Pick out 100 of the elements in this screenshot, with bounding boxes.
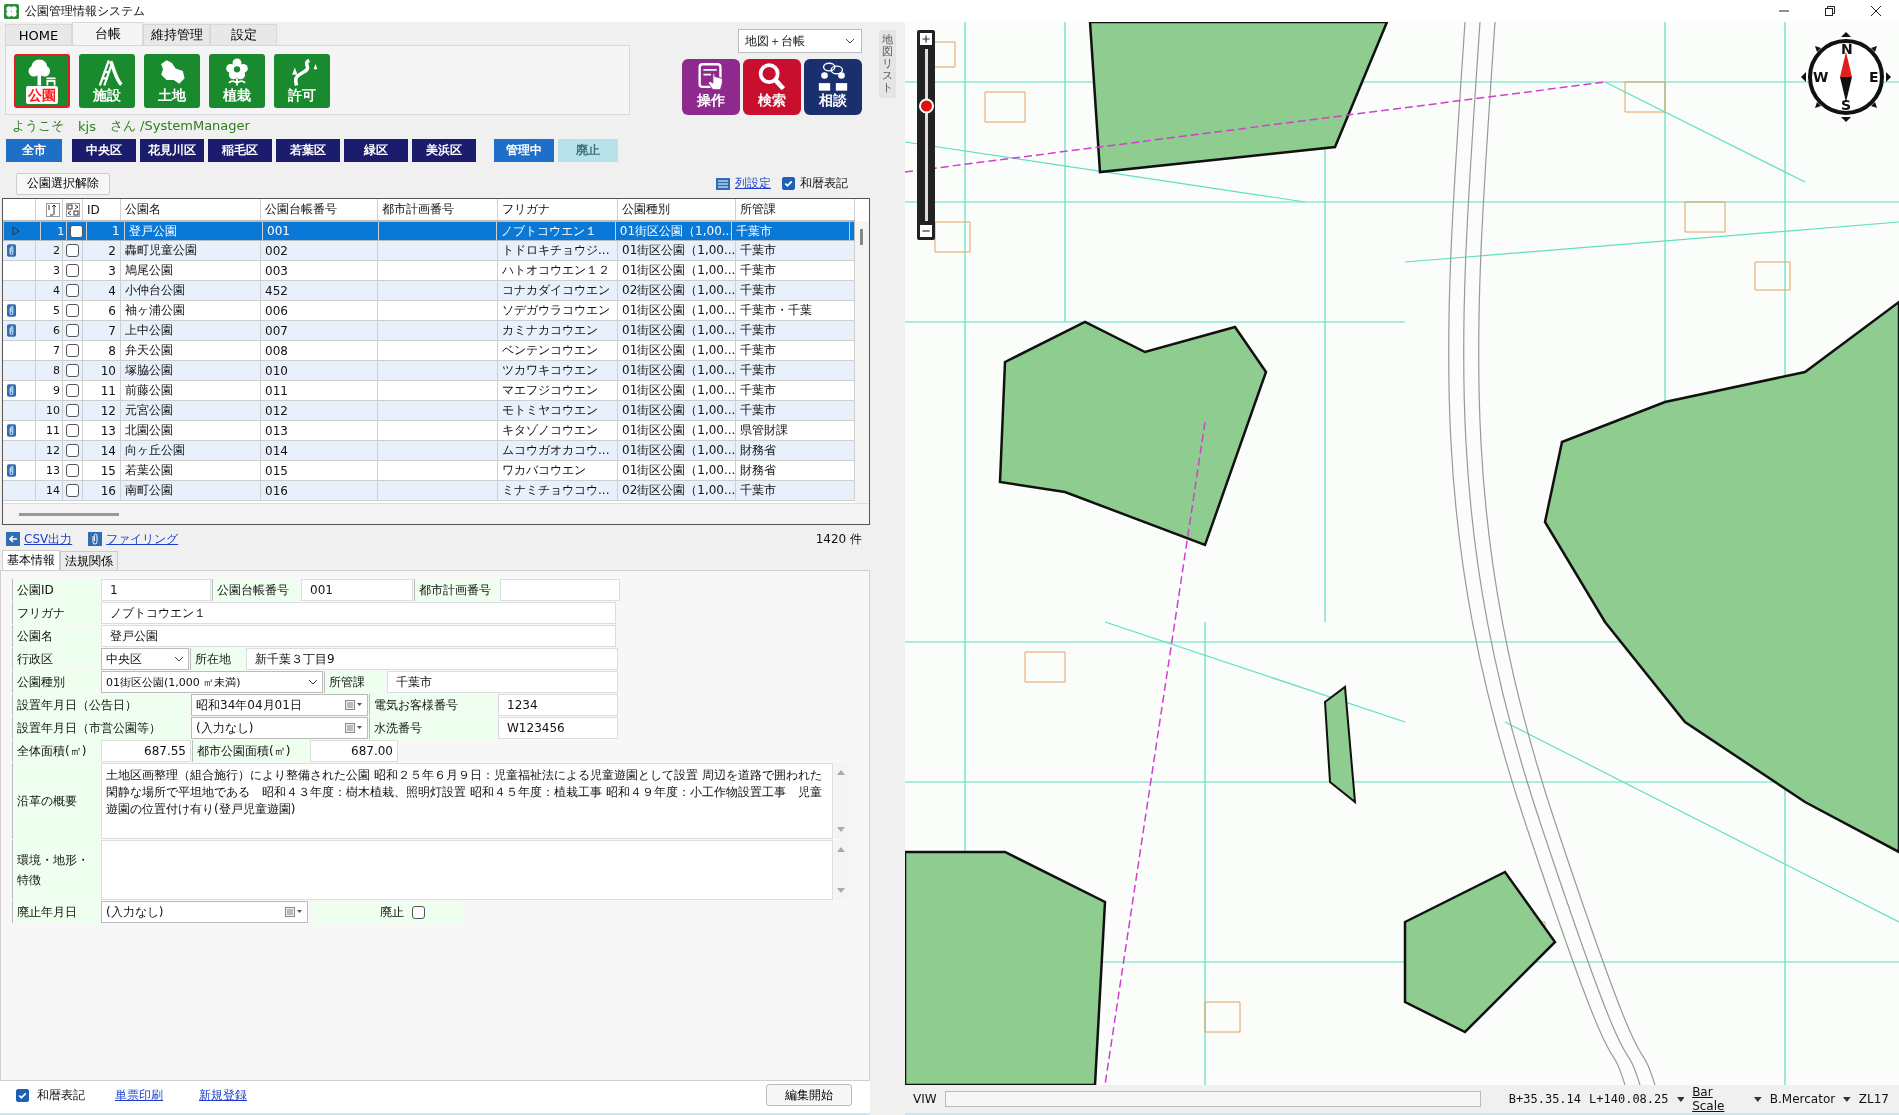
status-filter-button[interactable]: 廃止 <box>558 139 618 162</box>
ribbon-tab[interactable]: 設定 <box>210 24 277 45</box>
text-field[interactable]: 687.55 <box>101 740 191 762</box>
text-field[interactable]: 新千葉３丁目9 <box>246 648 618 670</box>
select-all-icon[interactable] <box>65 202 80 217</box>
district-button[interactable]: 稲毛区 <box>208 139 272 162</box>
row-checkbox[interactable] <box>66 344 79 357</box>
csv-export-link[interactable]: CSV出力 <box>24 530 73 548</box>
row-checkbox[interactable] <box>66 464 79 477</box>
text-field[interactable]: ノブトコウエン１ <box>101 602 616 624</box>
ribbon-button[interactable]: 土地 <box>144 54 200 108</box>
action-button[interactable]: 相談 <box>804 59 862 115</box>
table-row[interactable]: 2 2 轟町児童公園 002 トドロキチョウジ... 01街区公園（1,00... 千葉市 <box>3 241 855 261</box>
row-checkbox[interactable] <box>70 224 84 238</box>
ribbon-button[interactable]: 植栽 <box>209 54 265 108</box>
district-button[interactable]: 花見川区 <box>140 139 204 162</box>
checkbox[interactable] <box>782 177 795 190</box>
ribbon-tab[interactable]: HOME <box>5 24 72 45</box>
checkbox[interactable] <box>412 905 425 919</box>
table-row[interactable]: 8 10 塚脇公園 010 ツカワキコウエン 01街区公園（1,00... 千葉市 <box>3 361 855 381</box>
row-checkbox[interactable] <box>66 404 79 417</box>
row-checkbox[interactable] <box>66 304 79 317</box>
zoom-slider[interactable] <box>917 30 935 240</box>
compass-icon[interactable] <box>1801 32 1891 122</box>
text-field[interactable] <box>500 579 620 601</box>
district-button[interactable]: 美浜区 <box>412 139 476 162</box>
row-checkbox[interactable] <box>66 264 79 277</box>
row-checkbox[interactable] <box>66 324 79 337</box>
scale-link[interactable]: Bar Scale <box>1692 1085 1747 1113</box>
ribbon-tab[interactable]: 維持管理 <box>143 24 210 45</box>
caret-icon[interactable] <box>1843 1096 1851 1102</box>
text-field[interactable]: 1 <box>101 579 211 601</box>
ribbon-button[interactable]: 公園 <box>14 54 70 108</box>
district-button[interactable]: 緑区 <box>344 139 408 162</box>
table-row[interactable]: 5 6 袖ヶ浦公園 006 ソデガウラコウエン 01街区公園（1,00... 千葉市・千葉 <box>3 301 855 321</box>
paperclip-icon[interactable] <box>7 244 16 257</box>
text-field[interactable]: 登戸公園 <box>101 625 616 647</box>
column-header[interactable]: 所管課 <box>736 199 855 220</box>
column-header[interactable]: 公園名 <box>121 199 261 220</box>
row-checkbox[interactable] <box>66 364 79 377</box>
column-header[interactable]: フリガナ <box>498 199 618 220</box>
map-list-tab[interactable]: 地図リスト <box>879 30 896 99</box>
column-header[interactable]: 公園台帳番号 <box>261 199 378 220</box>
table-row[interactable]: 9 11 前藤公園 011 マエフジコウエン 01街区公園（1,00... 千葉市 <box>3 381 855 401</box>
scrollbar[interactable] <box>855 221 869 503</box>
row-checkbox[interactable] <box>66 284 79 297</box>
slider-thumb[interactable] <box>918 98 934 114</box>
table-row[interactable]: 7 8 弁天公園 008 ベンテンコウエン 01街区公園（1,00... 千葉市 <box>3 341 855 361</box>
table-row[interactable]: 13 15 若葉公園 015 ワカバコウエン 01街区公園（1,00... 財務省 <box>3 461 855 481</box>
ribbon-tab[interactable]: 台帳 <box>72 22 143 45</box>
row-checkbox[interactable] <box>66 244 79 257</box>
district-button[interactable]: 全市 <box>6 139 62 162</box>
row-checkbox[interactable] <box>66 384 79 397</box>
row-checkbox[interactable] <box>66 424 79 437</box>
scrollbar[interactable] <box>3 503 869 524</box>
park-type-select[interactable]: 01街区公園(1,000 ㎡未満) <box>101 671 323 693</box>
paperclip-icon[interactable] <box>7 464 16 477</box>
table-row[interactable]: 10 12 元宮公園 012 モトミヤコウエン 01街区公園（1,00... 千葉市 <box>3 401 855 421</box>
column-settings-link[interactable]: 列設定 <box>735 175 771 192</box>
date-picker[interactable]: (入力なし) <box>101 901 308 923</box>
footer-link[interactable]: 新規登録 <box>199 1086 247 1104</box>
ribbon-button[interactable]: 許可 <box>274 54 330 108</box>
column-header[interactable]: 公園種別 <box>618 199 736 220</box>
column-header[interactable]: ID <box>83 199 121 220</box>
checkbox[interactable] <box>16 1088 29 1102</box>
clear-selection-button[interactable]: 公園選択解除 <box>16 172 110 195</box>
text-field[interactable]: 001 <box>301 579 413 601</box>
caret-icon[interactable] <box>1754 1096 1762 1102</box>
zoom-in-icon[interactable] <box>920 33 932 45</box>
form-tab[interactable]: 基本情報 <box>2 550 60 570</box>
sort-icon[interactable] <box>46 202 60 217</box>
table-row[interactable]: 4 4 小仲台公園 452 コナカダイコウエン 02街区公園（1,00... 千葉市 <box>3 281 855 301</box>
zoom-out-icon[interactable] <box>920 225 932 237</box>
paperclip-icon[interactable] <box>7 304 16 317</box>
text-field[interactable]: 千葉市 <box>387 671 618 693</box>
paperclip-icon[interactable] <box>7 324 16 337</box>
date-picker[interactable]: (入力なし) <box>191 717 368 739</box>
table-row[interactable]: 14 16 南町公園 016 ミナミチョウコウ... 02街区公園（1,00... 千葉市 <box>3 481 855 501</box>
action-button[interactable]: 検索 <box>743 59 801 115</box>
text-field[interactable]: 687.00 <box>310 740 398 762</box>
date-picker[interactable]: 昭和34年04月01日 <box>191 694 368 716</box>
form-tab[interactable]: 法規関係 <box>60 551 118 570</box>
table-row[interactable]: 6 7 上中公園 007 カミナカコウエン 01街区公園（1,00... 千葉市 <box>3 321 855 341</box>
paperclip-icon[interactable] <box>7 384 16 397</box>
text-field[interactable]: 1234 <box>498 694 618 716</box>
district-button[interactable]: 若葉区 <box>276 139 340 162</box>
column-header[interactable]: 都市計画番号 <box>378 199 498 220</box>
text-area[interactable]: 土地区画整理（組合施行）により整備された公園 昭和２５年６月９日：児童福祉法による児童遊園として設置 周辺を道路で囲われた閑静な場所で平坦地である 昭和４３年度：樹木植栽、照明灯設置 昭和４５年度：植栽工事 昭和４９年度：小工作物設置工事 児童遊園の位置付け有り(登戸児童遊園) <box>101 763 833 839</box>
caret-icon[interactable] <box>1676 1096 1685 1102</box>
view-select[interactable]: 地図＋台帳 <box>738 29 862 53</box>
table-row[interactable]: 12 14 向ヶ丘公園 014 ムコウガオカコウ... 01街区公園（1,00... 財務省 <box>3 441 855 461</box>
row-checkbox[interactable] <box>66 444 79 457</box>
table-row[interactable]: 3 3 鳩尾公園 003 ハトオコウエン１２ 01街区公園（1,00... 千葉市 <box>3 261 855 281</box>
paperclip-icon[interactable] <box>7 424 16 437</box>
edit-start-button[interactable]: 編集開始 <box>766 1084 852 1106</box>
text-field[interactable]: W123456 <box>498 717 618 739</box>
table-row[interactable]: 11 13 北園公園 013 キタゾノコウエン 01街区公園（1,00... 県管財課 <box>3 421 855 441</box>
footer-link[interactable]: 単票印刷 <box>115 1086 163 1104</box>
ward-select[interactable]: 中央区 <box>101 648 189 670</box>
ribbon-button[interactable]: 施設 <box>79 54 135 108</box>
